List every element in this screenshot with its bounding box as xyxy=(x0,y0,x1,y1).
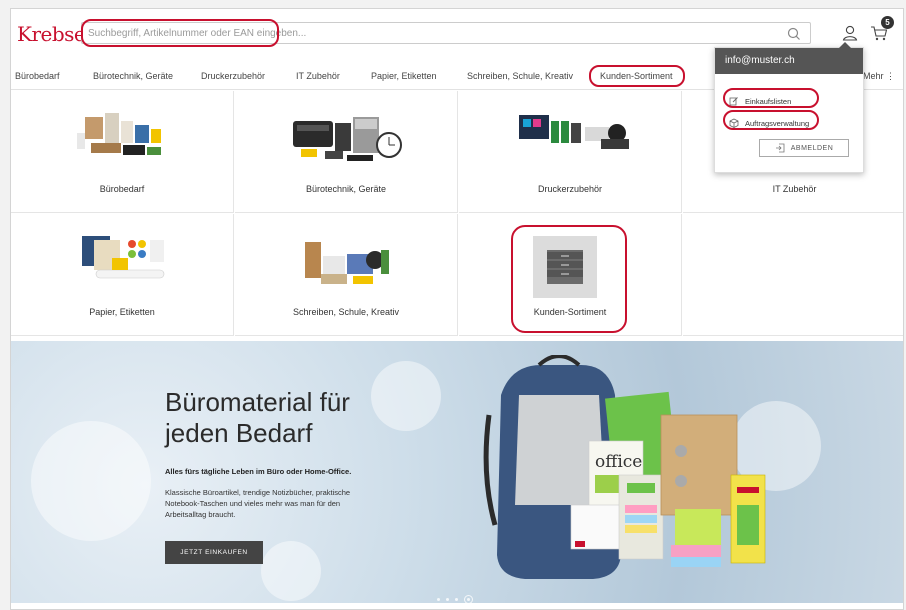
category-schreiben-schule[interactable]: Schreiben, Schule, Kreativ xyxy=(235,214,458,336)
category-empty xyxy=(683,214,903,336)
hero-title-line-2: jeden Bedarf xyxy=(165,418,313,448)
account-dropdown: info@muster.ch Einkaufslisten Auftragsve… xyxy=(714,42,864,173)
papier-etiketten-thumbnail xyxy=(82,236,165,279)
menu-item-auftragsverwaltung[interactable]: Auftragsverwaltung xyxy=(729,118,809,128)
category-papier-etiketten[interactable]: Papier, Etiketten xyxy=(11,214,234,336)
menu-item-label: Auftragsverwaltung xyxy=(745,118,810,128)
logout-icon xyxy=(775,143,785,153)
carousel-dots xyxy=(437,595,473,603)
edit-icon xyxy=(729,97,738,106)
hero-product-image: office xyxy=(483,355,766,579)
category-label: Schreiben, Schule, Kreativ xyxy=(292,307,400,317)
category-label: Bürotechnik, Geräte xyxy=(305,184,387,194)
box-icon xyxy=(729,118,739,128)
category-label: Bürobedarf xyxy=(99,184,145,194)
hero-description: Klassische Büroartikel, trendige Notizbü… xyxy=(165,488,351,519)
menu-item-label: Einkaufslisten xyxy=(745,96,792,106)
category-label: Kunden-Sortiment xyxy=(533,307,607,317)
search-input[interactable] xyxy=(81,22,811,44)
carousel-dot-active[interactable] xyxy=(464,595,473,603)
category-label: Druckerzubehör xyxy=(537,184,603,194)
menu-item-einkaufslisten[interactable]: Einkaufslisten xyxy=(729,96,791,106)
buerotechnik-thumbnail xyxy=(293,117,402,161)
nav-item-buerotechnik[interactable]: Bürotechnik, Geräte xyxy=(93,71,173,81)
nav-item-papier-etiketten[interactable]: Papier, Etiketten xyxy=(371,71,437,81)
bokeh-decoration xyxy=(31,421,151,541)
hero-banner: Büromaterial für jeden Bedarf Alles fürs… xyxy=(11,341,903,603)
nav-item-kunden-sortiment[interactable]: Kunden-Sortiment xyxy=(600,71,673,81)
logout-button[interactable]: ABMELDEN xyxy=(759,139,849,157)
user-icon[interactable] xyxy=(841,24,859,42)
nav-item-it-zubehoer[interactable]: IT Zubehör xyxy=(296,71,340,81)
hero-title: Büromaterial für jeden Bedarf xyxy=(165,387,395,449)
logout-label: ABMELDEN xyxy=(790,144,834,152)
category-kunden-sortiment[interactable]: Kunden-Sortiment xyxy=(459,214,682,336)
kunden-sortiment-thumbnail xyxy=(533,236,597,298)
dropdown-caret xyxy=(839,42,851,48)
buerobedarf-thumbnail xyxy=(77,113,161,155)
carousel-dot[interactable] xyxy=(446,598,449,601)
browser-frame: Krebser 5 Bürobedarf Bürotechnik, Geräte… xyxy=(10,8,904,610)
hero-subtitle: Alles fürs tägliche Leben im Büro oder H… xyxy=(165,467,352,476)
schreiben-schule-thumbnail xyxy=(305,242,389,284)
bokeh-decoration xyxy=(261,541,321,601)
shop-now-button[interactable]: JETZT EINKAUFEN xyxy=(165,541,263,564)
nav-item-druckerzubehoer[interactable]: Druckerzubehör xyxy=(201,71,265,81)
office-box-label: office xyxy=(595,452,642,472)
nav-item-buerobedarf[interactable]: Bürobedarf xyxy=(15,71,60,81)
search-icon[interactable] xyxy=(786,26,802,42)
more-dots-icon: ⋮ xyxy=(886,71,896,81)
category-buerotechnik[interactable]: Bürotechnik, Geräte xyxy=(235,91,458,213)
drawer-cabinet-icon xyxy=(547,250,583,284)
category-druckerzubehoer[interactable]: Druckerzubehör xyxy=(459,91,682,213)
category-label: IT Zubehör xyxy=(772,184,817,194)
category-buerobedarf[interactable]: Bürobedarf xyxy=(11,91,234,213)
druckerzubehoer-thumbnail xyxy=(519,115,629,149)
nav-item-schreiben-schule[interactable]: Schreiben, Schule, Kreativ xyxy=(467,71,573,81)
cart-count-badge: 5 xyxy=(881,16,894,29)
nav-more[interactable]: Mehr ⋮ xyxy=(863,71,895,82)
carousel-dot[interactable] xyxy=(455,598,458,601)
nav-more-label: Mehr xyxy=(863,71,884,81)
account-email: info@muster.ch xyxy=(715,48,863,74)
carousel-dot[interactable] xyxy=(437,598,440,601)
hero-title-line-1: Büromaterial für xyxy=(165,387,350,417)
category-label: Papier, Etiketten xyxy=(89,307,155,317)
